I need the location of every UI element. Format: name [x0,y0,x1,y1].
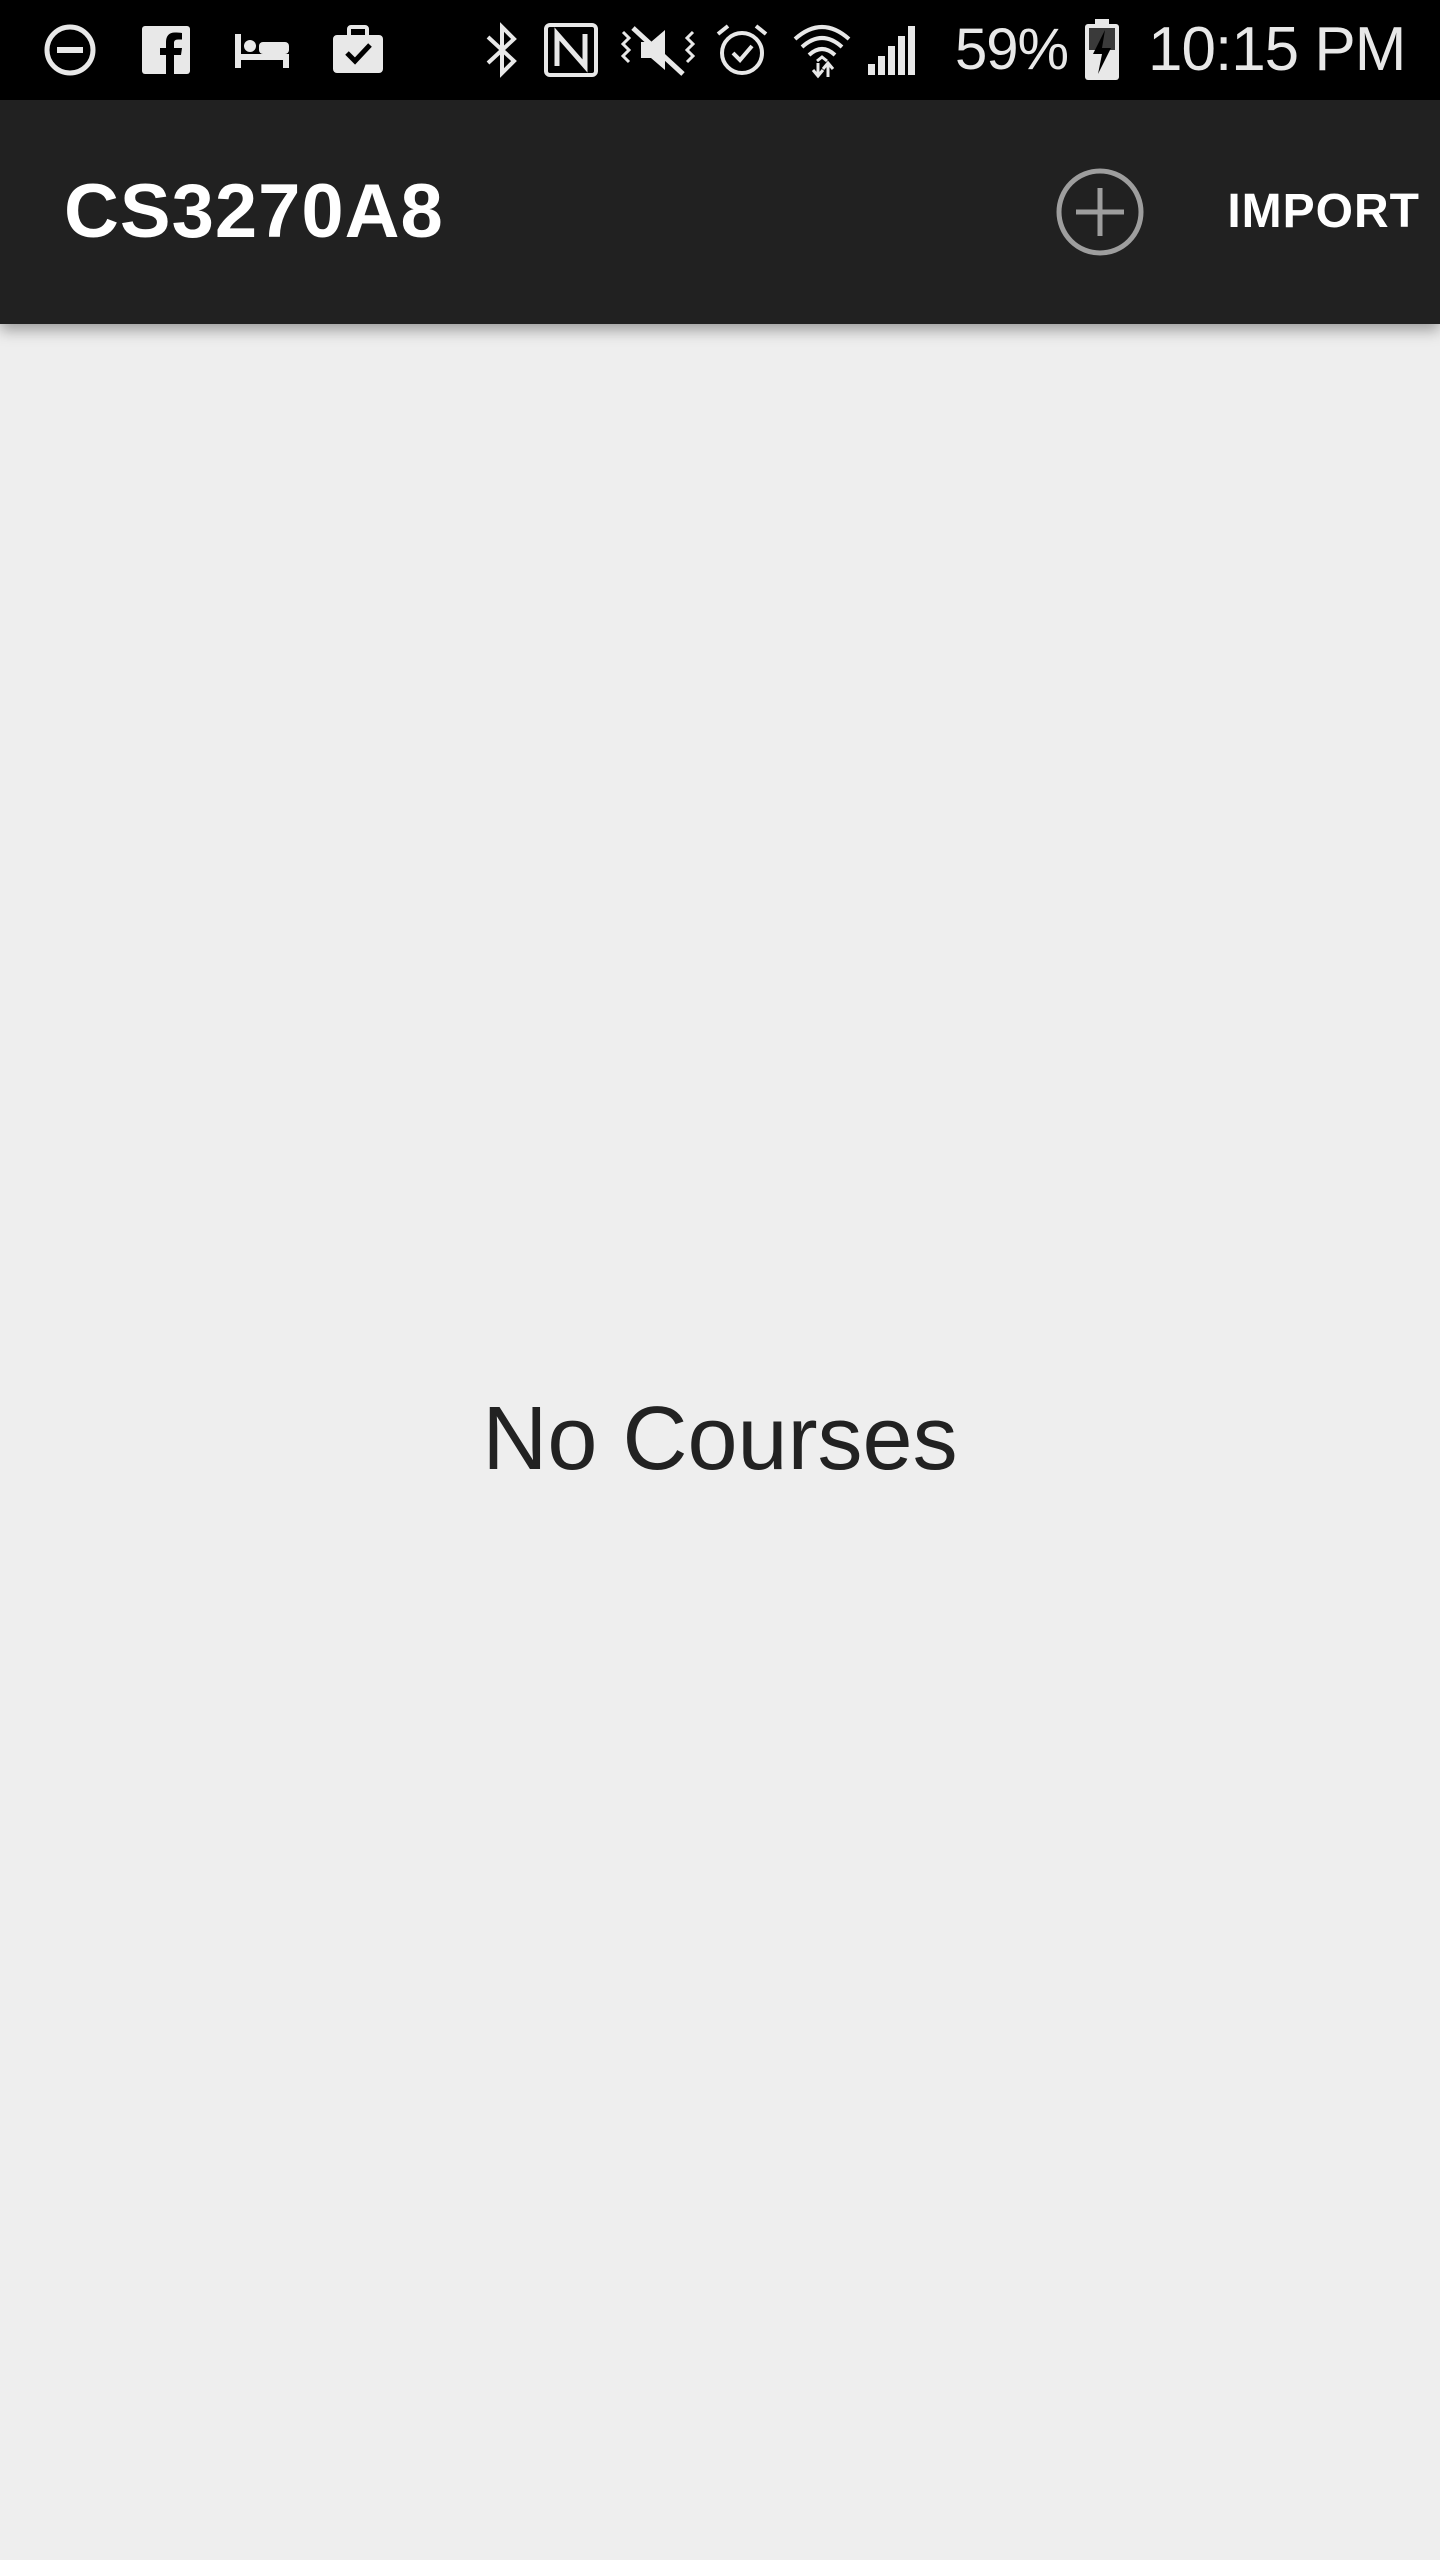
bed-icon [232,20,292,80]
alarm-icon [712,20,772,80]
course-list: No Courses [0,324,1440,2560]
status-bar: 59% 10:15 PM [0,0,1440,100]
empty-state-message: No Courses [482,1389,958,1489]
add-course-button[interactable] [1050,162,1150,262]
battery-percent: 59% [955,17,1069,82]
import-button[interactable]: IMPORT [1210,172,1420,252]
briefcase-check-icon [328,20,388,80]
battery-charging-icon [1080,19,1124,80]
add-circle-icon [1056,168,1144,256]
do-not-disturb-icon [40,20,100,80]
facebook-icon [138,20,194,80]
nfc-icon [540,20,602,80]
wifi-icon [790,20,854,80]
app-title: CS3270A8 [64,169,444,254]
bluetooth-icon [474,20,530,80]
signal-icon [864,20,922,80]
app-bar: CS3270A8 IMPORT [0,100,1440,324]
clock: 10:15 PM [1148,15,1406,84]
vibrate-mute-icon [618,20,698,80]
